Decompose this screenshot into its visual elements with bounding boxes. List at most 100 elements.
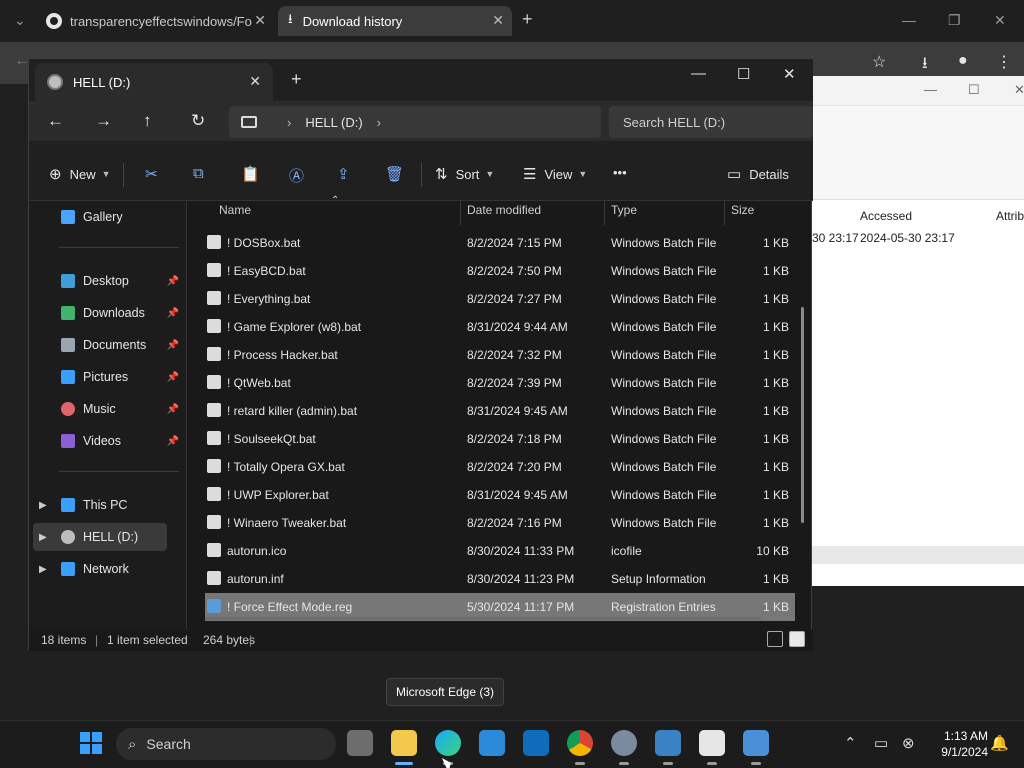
vertical-scrollbar[interactable]: [801, 307, 804, 523]
column-divider[interactable]: [604, 201, 605, 225]
file-row[interactable]: ! Totally Opera GX.bat 8/2/2024 7:20 PM Wi…: [205, 453, 795, 481]
sidebar-item-hell-drive[interactable]: ▶ HELL (D:): [33, 523, 167, 551]
chevron-right-icon[interactable]: ▶: [39, 564, 47, 575]
new-tab-button[interactable]: +: [291, 69, 302, 90]
profile-icon[interactable]: ●: [958, 52, 968, 70]
close-icon[interactable]: ✕: [249, 73, 261, 90]
bookmark-star-icon[interactable]: ☆: [872, 52, 886, 72]
cell-accessed-prev: -30 23:17: [808, 231, 859, 245]
start-button[interactable]: [80, 732, 102, 754]
sort-button[interactable]: ⇅ Sort ▼: [435, 165, 494, 183]
network-tray-icon[interactable]: ▭: [874, 734, 888, 752]
file-row[interactable]: ! Process Hacker.bat 8/2/2024 7:32 PM Wind…: [205, 341, 795, 369]
sidebar-item-desktop[interactable]: Desktop 📌: [29, 267, 187, 295]
chevron-right-icon[interactable]: ▶: [39, 500, 47, 511]
breadcrumb-drive[interactable]: HELL (D:): [305, 115, 362, 130]
delete-button[interactable]: 🗑: [385, 165, 412, 183]
chevron-right-icon[interactable]: ▶: [39, 532, 47, 543]
task-view-icon[interactable]: [347, 730, 373, 756]
file-row[interactable]: ! Everything.bat 8/2/2024 7:27 PM Windows …: [205, 285, 795, 313]
minimize-button[interactable]: —: [924, 82, 937, 97]
up-icon[interactable]: ↑: [143, 111, 152, 131]
more-options-button[interactable]: •••: [613, 165, 627, 180]
close-icon[interactable]: ✕: [254, 12, 266, 29]
horizontal-scrollbar[interactable]: [205, 617, 761, 620]
file-row[interactable]: autorun.inf 8/30/2024 11:23 PM Setup Infor…: [205, 565, 795, 593]
close-button[interactable]: ✕: [783, 65, 796, 83]
maximize-button[interactable]: ❐: [948, 12, 961, 29]
large-icons-view-toggle[interactable]: [789, 631, 805, 647]
downloads-icon[interactable]: ⭳: [922, 52, 928, 79]
browser-tab-downloads[interactable]: ⭳ Download history ✕: [278, 6, 512, 36]
column-header-attrib[interactable]: Attrib: [996, 209, 1024, 223]
microsoft-store-icon[interactable]: [479, 730, 505, 756]
maximize-button[interactable]: ☐: [968, 82, 980, 98]
tab-search-icon[interactable]: ⌄: [14, 12, 26, 29]
sidebar-item-network[interactable]: ▶ Network: [29, 555, 187, 583]
file-row[interactable]: autorun.ico 8/30/2024 11:33 PM icofile 10 K…: [205, 537, 795, 565]
details-view-toggle[interactable]: [767, 631, 783, 647]
sidebar-item-this-pc[interactable]: ▶ This PC: [29, 491, 187, 519]
file-row[interactable]: ! DOSBox.bat 8/2/2024 7:15 PM Windows Batc…: [205, 229, 795, 257]
chevron-up-icon[interactable]: ⌃: [844, 734, 857, 752]
chevron-right-icon[interactable]: ›: [377, 115, 381, 130]
column-header-size[interactable]: Size: [731, 203, 754, 217]
taskbar-search[interactable]: ⌕ Search: [116, 728, 336, 760]
column-divider[interactable]: [460, 201, 461, 225]
view-button[interactable]: ☰ View ▼: [523, 165, 587, 183]
sidebar-item-music[interactable]: Music 📌: [29, 395, 187, 423]
chrome-icon[interactable]: [567, 730, 593, 756]
outlook-icon[interactable]: [523, 730, 549, 756]
details-pane-button[interactable]: ▭ Details: [727, 165, 789, 183]
notification-bell-icon[interactable]: 🔔: [990, 734, 1009, 752]
volume-icon[interactable]: ⊗: [902, 734, 915, 752]
column-divider[interactable]: [724, 201, 725, 225]
paste-button[interactable]: 📋: [241, 165, 268, 183]
sidebar-item-videos[interactable]: Videos 📌: [29, 427, 187, 455]
menu-icon[interactable]: ⋮: [996, 52, 1012, 72]
column-header-type[interactable]: Type: [611, 203, 637, 217]
cut-button[interactable]: ✂: [145, 165, 166, 183]
new-tab-button[interactable]: +: [522, 9, 533, 30]
file-row[interactable]: ! Game Explorer (w8).bat 8/31/2024 9:44 A…: [205, 313, 795, 341]
back-icon[interactable]: ←: [47, 111, 64, 131]
sidebar-item-documents[interactable]: Documents 📌: [29, 331, 187, 359]
column-header-date[interactable]: Date modified: [467, 203, 541, 217]
file-row[interactable]: ! QtWeb.bat 8/2/2024 7:39 PM Windows Batch…: [205, 369, 795, 397]
share-button[interactable]: ⇪: [337, 165, 358, 183]
github-icon: [46, 13, 62, 29]
minimize-button[interactable]: —: [902, 12, 916, 28]
file-row[interactable]: ! UWP Explorer.bat 8/31/2024 9:45 AM Windo…: [205, 481, 795, 509]
settings-icon[interactable]: [611, 730, 637, 756]
snipping-tool-icon[interactable]: [743, 730, 769, 756]
search-input[interactable]: Search HELL (D:): [609, 106, 813, 138]
file-explorer-icon[interactable]: [391, 730, 417, 756]
file-row[interactable]: ! SoulseekQt.bat 8/2/2024 7:18 PM Windows …: [205, 425, 795, 453]
chevron-right-icon[interactable]: ›: [287, 115, 291, 130]
new-button[interactable]: ⊕ New ▼: [49, 165, 111, 183]
column-header-name[interactable]: Name: [219, 203, 251, 217]
copy-button[interactable]: ⧉: [193, 165, 212, 182]
address-bar[interactable]: › HELL (D:) ›: [229, 106, 601, 138]
file-row[interactable]: ! retard killer (admin).bat 8/31/2024 9:4…: [205, 397, 795, 425]
rename-button[interactable]: Ⓐ: [289, 165, 312, 186]
column-header-accessed[interactable]: Accessed: [860, 209, 912, 223]
edge-icon[interactable]: [435, 730, 461, 756]
sidebar-item-gallery[interactable]: Gallery: [29, 203, 187, 231]
close-button[interactable]: ✕: [994, 12, 1006, 29]
system-clock[interactable]: 1:13 AM 9/1/2024: [922, 728, 988, 760]
minimize-button[interactable]: —: [691, 65, 706, 82]
maximize-button[interactable]: ☐: [737, 65, 750, 83]
file-row[interactable]: ! Winaero Tweaker.bat 8/2/2024 7:16 PM Win…: [205, 509, 795, 537]
explorer-tab[interactable]: HELL (D:) ✕: [35, 63, 273, 101]
sidebar-item-downloads[interactable]: Downloads 📌: [29, 299, 187, 327]
photos-icon[interactable]: [655, 730, 681, 756]
sidebar-item-pictures[interactable]: Pictures 📌: [29, 363, 187, 391]
forward-icon[interactable]: →: [95, 111, 112, 131]
close-button[interactable]: ✕: [1014, 82, 1024, 98]
browser-tab-github[interactable]: transparencyeffectswindows/Fo ✕: [36, 6, 274, 36]
refresh-icon[interactable]: ↻: [191, 111, 205, 131]
7zip-icon[interactable]: [699, 730, 725, 756]
close-icon[interactable]: ✕: [492, 12, 504, 29]
file-row[interactable]: ! EasyBCD.bat 8/2/2024 7:50 PM Windows Bat…: [205, 257, 795, 285]
